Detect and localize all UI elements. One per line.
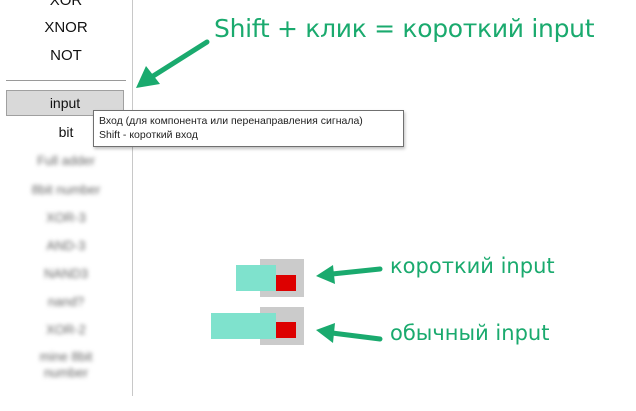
annotation-arrows (136, 39, 383, 343)
arrow-head-icon (316, 265, 335, 284)
arrow-to-input-icon (147, 39, 210, 81)
arrow-to-normal-input-icon (329, 330, 383, 342)
arrow-head-icon (136, 66, 160, 88)
arrow-head-icon (316, 323, 335, 343)
arrow-to-short-input-icon (329, 266, 383, 277)
